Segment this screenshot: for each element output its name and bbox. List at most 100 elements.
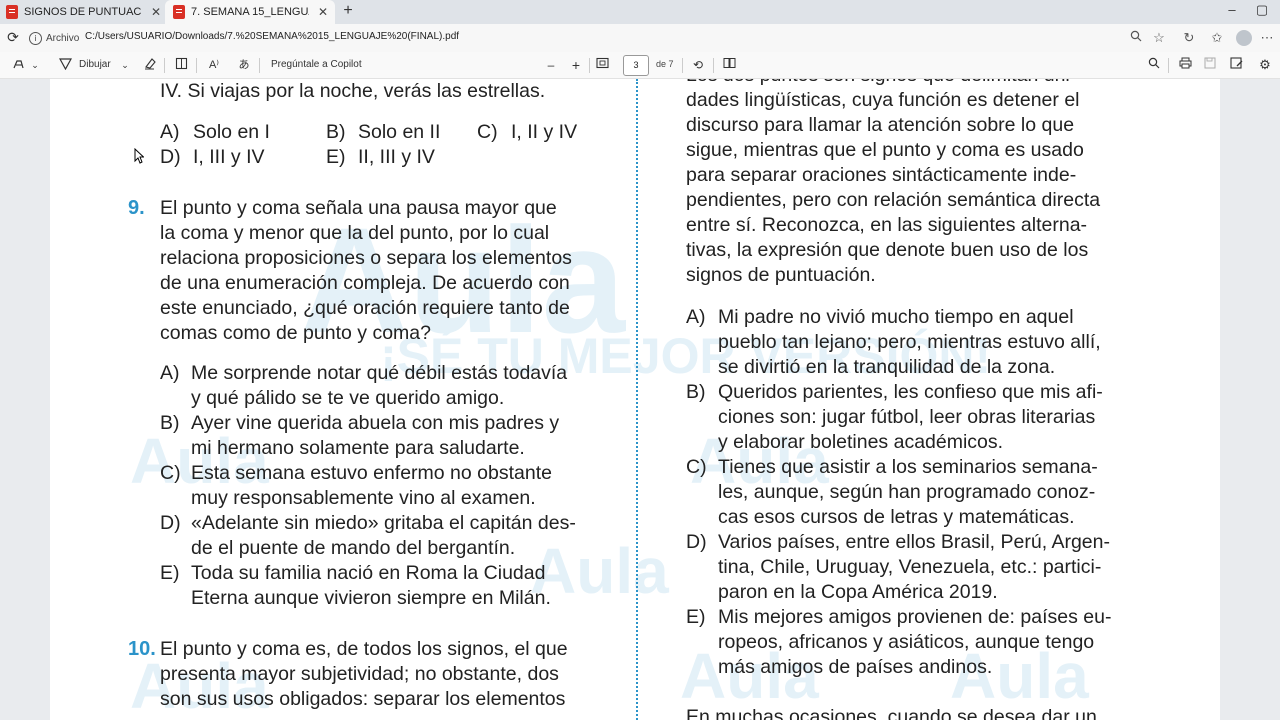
text-line: entre sí. Reconozca, en las siguientes a… xyxy=(686,214,1088,236)
reload-icon[interactable]: ⟳ xyxy=(4,29,22,46)
text-line: este enunciado, ¿qué oración requiere ta… xyxy=(160,297,570,319)
more-menu-icon[interactable]: ⋯ xyxy=(1259,30,1275,46)
text-line: más amigos de países andinos. xyxy=(718,656,993,678)
close-tab-icon[interactable]: ✕ xyxy=(317,5,329,19)
tab-signos-puntuacion[interactable]: SIGNOS DE PUNTUACIÓN (1) (1).p ✕ xyxy=(0,0,165,24)
zoom-in-button[interactable]: + xyxy=(569,57,583,73)
new-tab-button[interactable]: + xyxy=(340,2,356,20)
option-d-text: «Adelante sin miedo» gritaba el capitán … xyxy=(191,511,615,561)
chevron-down-icon[interactable]: ⌄ xyxy=(119,57,131,73)
text-line: les, aunque, según han programado conoz- xyxy=(718,481,1096,503)
print-icon[interactable] xyxy=(1177,57,1193,73)
option-b-text: Queridos parientes, les confieso que mis… xyxy=(718,380,1141,455)
address-bar: ⟳ i Archivo C:/Users/USUARIO/Downloads/7… xyxy=(0,24,1280,52)
option-label: E) xyxy=(326,146,346,168)
minimize-button[interactable]: – xyxy=(1222,2,1242,17)
translate-icon[interactable]: あ xyxy=(235,57,253,73)
page-number-input[interactable]: 3 xyxy=(623,55,649,76)
favorites-icon[interactable]: ✩ xyxy=(1209,30,1225,46)
text-line: mi hermano solamente para saludarte. xyxy=(191,437,525,459)
option-d-text: Varios países, entre ellos Brasil, Perú,… xyxy=(718,530,1141,605)
text-line: la coma y menor que la del punto, por lo… xyxy=(160,222,550,244)
pdf-file-icon xyxy=(6,5,18,19)
text-line: tivas, la expresión que denote buen uso … xyxy=(686,239,1089,261)
option-label: C) xyxy=(160,462,181,484)
text-line: El punto y coma es, de todos los signos,… xyxy=(160,638,568,660)
text-line: «Adelante sin miedo» gritaba el capitán … xyxy=(191,512,576,534)
eraser-icon[interactable] xyxy=(141,57,157,73)
save-icon[interactable] xyxy=(1202,57,1218,73)
option-text: II, III y IV xyxy=(358,146,435,168)
text-line: Mis mejores amigos provienen de: países … xyxy=(718,606,1112,628)
settings-gear-icon[interactable]: ⚙ xyxy=(1258,57,1272,73)
rotate-icon[interactable]: ⟲ xyxy=(690,57,706,73)
site-info-pill[interactable]: i Archivo xyxy=(29,30,79,46)
text-line: y elaborar boletines académicos. xyxy=(718,431,1004,453)
copilot-label[interactable]: Pregúntale a Copilot xyxy=(271,57,371,73)
chevron-down-icon[interactable]: ⌄ xyxy=(29,57,41,73)
option-text: Solo en II xyxy=(358,121,441,143)
draw-label[interactable]: Dibujar xyxy=(79,57,113,73)
q12-first-line-cut: Los dos puntos son signos que delimitan … xyxy=(686,79,1141,88)
site-info-label: Archivo xyxy=(46,32,80,44)
tab-title: 7. SEMANA 15_LENGUAJE (FINAL xyxy=(191,6,309,18)
pdf-viewer[interactable]: Aula ¡SÉ TU MEJOR VERSIÓN! Aula Aula Aul… xyxy=(0,79,1280,720)
page-view-icon[interactable] xyxy=(173,57,189,73)
option-label: B) xyxy=(160,412,180,434)
text-line: paron en la Copa América 2019. xyxy=(718,581,998,603)
draw-icon[interactable] xyxy=(57,57,73,73)
text-line: Toda su familia nació en Roma la Ciudad xyxy=(191,562,546,584)
pdf-page: Aula ¡SÉ TU MEJOR VERSIÓN! Aula Aula Aul… xyxy=(50,79,1220,720)
text-line: sigue, mientras que el punto y coma es u… xyxy=(686,139,1084,161)
search-icon[interactable] xyxy=(1146,57,1162,73)
text-line: Me sorprende notar qué débil estás todav… xyxy=(191,362,568,384)
text-line: Ayer vine querida abuela con mis padres … xyxy=(191,412,560,434)
text-line: tina, Chile, Uruguay, Venezuela, etc.: p… xyxy=(718,556,1102,578)
option-c-text: Tienes que asistir a los seminarios sema… xyxy=(718,455,1141,530)
option-label: A) xyxy=(160,362,180,384)
tab-strip: SIGNOS DE PUNTUACIÓN (1) (1).p ✕ 7. SEMA… xyxy=(0,0,1280,24)
option-text: I, III y IV xyxy=(193,146,265,168)
option-label: A) xyxy=(160,121,180,143)
text-line: Eterna aunque vivieron siempre en Milán. xyxy=(191,587,551,609)
text-line: Esta semana estuvo enfermo no obstante xyxy=(191,462,552,484)
profile-avatar[interactable] xyxy=(1236,30,1252,46)
text-line: cas esos cursos de letras y matemáticas. xyxy=(718,506,1075,528)
option-text: I, II y IV xyxy=(511,121,578,143)
text-line: Queridos parientes, les confieso que mis… xyxy=(718,381,1103,403)
zoom-icon[interactable] xyxy=(1128,30,1144,46)
option-label: C) xyxy=(686,456,707,478)
text-line: y qué pálido se te ve querido amigo. xyxy=(191,387,505,409)
text-line: ciones son: jugar fútbol, leer obras lit… xyxy=(718,406,1096,428)
refresh-extension-icon[interactable]: ↻ xyxy=(1181,30,1197,46)
read-aloud-icon[interactable]: A⁾ xyxy=(205,57,223,73)
option-e-text: Mis mejores amigos provienen de: países … xyxy=(718,605,1141,680)
text-line: son sus usos obligados: separar los elem… xyxy=(160,688,566,710)
option-a-text: Mi padre no vivió mucho tiempo en aquel … xyxy=(718,305,1141,380)
fit-page-icon[interactable] xyxy=(594,57,610,73)
text-line: comas como de punto y coma? xyxy=(160,322,431,344)
option-e-text: Toda su familia nació en Roma la Ciudad … xyxy=(191,561,615,611)
highlight-icon[interactable] xyxy=(10,57,26,73)
tab-title: SIGNOS DE PUNTUACIÓN (1) (1).p xyxy=(24,6,142,18)
zoom-out-button[interactable]: – xyxy=(544,57,558,73)
text-line: para separar oraciones sintácticamente i… xyxy=(686,164,1077,186)
favorite-star-icon[interactable]: ☆ xyxy=(1151,30,1167,46)
q13-first-line-cut: En muchas ocasiones, cuando se desea dar… xyxy=(686,706,1097,720)
pdf-file-icon xyxy=(173,5,185,19)
close-tab-icon[interactable]: ✕ xyxy=(150,5,162,19)
mouse-cursor-icon xyxy=(134,148,144,164)
text-line: relaciona proposiciones o separa los ele… xyxy=(160,247,572,269)
option-label: A) xyxy=(686,306,706,328)
tab-semana-15[interactable]: 7. SEMANA 15_LENGUAJE (FINAL ✕ xyxy=(165,0,335,24)
option-a-text: Me sorprende notar qué débil estás todav… xyxy=(191,361,615,411)
text-line: ropeos, africanos y asiáticos, aunque te… xyxy=(718,631,1095,653)
maximize-button[interactable]: ▢ xyxy=(1252,2,1272,18)
page-total: de 7 xyxy=(656,59,674,69)
option-label: E) xyxy=(686,606,706,628)
save-as-icon[interactable] xyxy=(1228,57,1244,73)
text-line: de el puente de mando del bergantín. xyxy=(191,537,516,559)
option-c-text: Esta semana estuvo enfermo no obstante m… xyxy=(191,461,615,511)
two-page-view-icon[interactable] xyxy=(721,57,737,73)
url-field[interactable]: C:/Users/USUARIO/Downloads/7.%20SEMANA%2… xyxy=(85,31,459,42)
